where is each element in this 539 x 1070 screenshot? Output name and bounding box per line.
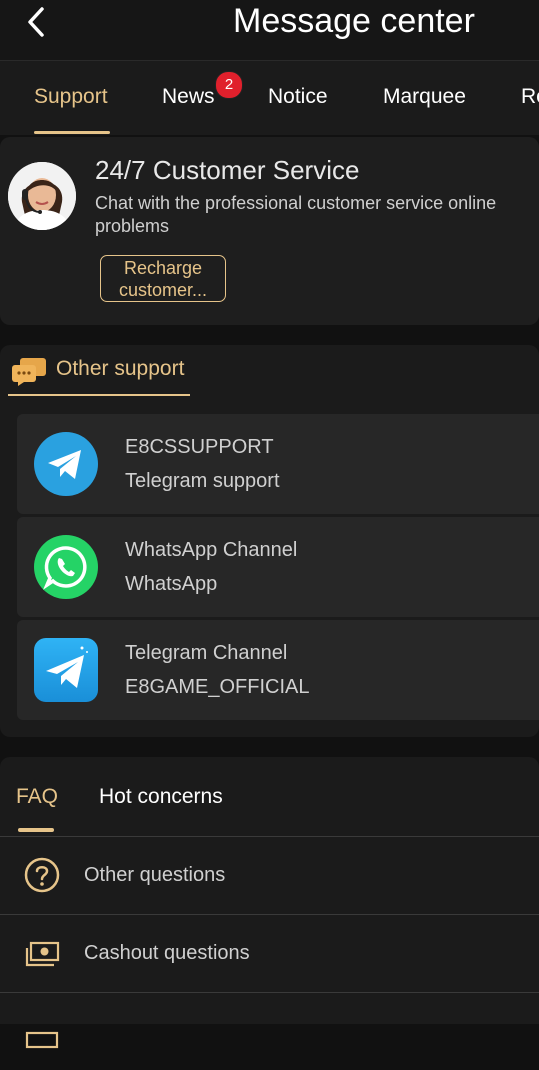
tab-faq[interactable]: FAQ <box>16 785 58 809</box>
other-support-section: Other support E8CSSUPPORT Telegram suppo… <box>0 345 539 737</box>
customer-service-title: 24/7 Customer Service <box>95 155 360 185</box>
news-badge: 2 <box>215 71 243 99</box>
faq-tab-indicator <box>18 828 54 832</box>
support-item-name: Telegram Channel <box>125 642 288 664</box>
support-item-name: WhatsApp Channel <box>125 539 298 561</box>
support-item-subtitle: Telegram support <box>125 470 280 492</box>
tab-more[interactable]: Re <box>521 85 539 109</box>
faq-item-label: Cashout questions <box>84 942 250 964</box>
tab-bar: Support News Notice Marquee Re <box>0 60 539 135</box>
question-icon <box>24 857 60 893</box>
telegram-icon <box>34 432 98 496</box>
back-button[interactable] <box>20 4 56 40</box>
tab-marquee[interactable]: Marquee <box>383 85 466 109</box>
support-item-subtitle: E8GAME_OFFICIAL <box>125 676 310 698</box>
faq-section: FAQ Hot concerns Other questions Cashout… <box>0 757 539 1049</box>
other-support-title: Other support <box>56 357 185 380</box>
customer-service-card: 24/7 Customer Service Chat with the prof… <box>0 137 539 325</box>
header: Message center <box>0 0 539 60</box>
faq-item-cashout-questions[interactable]: Cashout questions <box>0 915 539 992</box>
chat-bubbles-icon <box>10 356 50 386</box>
tab-support[interactable]: Support <box>34 85 108 109</box>
document-icon <box>24 1013 60 1049</box>
agent-avatar <box>8 162 76 230</box>
page-title: Message center <box>233 2 475 40</box>
active-tab-indicator <box>34 131 110 134</box>
faq-item-label: Other questions <box>84 864 226 886</box>
cash-icon <box>24 935 60 971</box>
tab-news[interactable]: News <box>162 85 215 109</box>
other-support-underline <box>8 394 190 396</box>
telegram-channel-icon <box>34 638 98 702</box>
whatsapp-icon <box>34 535 98 599</box>
faq-item-partial[interactable] <box>0 993 539 1070</box>
support-item-e8cssupport[interactable]: E8CSSUPPORT Telegram support <box>17 414 539 514</box>
support-item-subtitle: WhatsApp <box>125 573 218 595</box>
support-item-telegram-channel[interactable]: Telegram Channel E8GAME_OFFICIAL <box>17 620 539 720</box>
support-item-name: E8CSSUPPORT <box>125 436 274 458</box>
support-item-whatsapp-channel[interactable]: WhatsApp Channel WhatsApp <box>17 517 539 617</box>
recharge-customer-service-button[interactable]: Recharge customer... <box>100 255 226 302</box>
tab-notice[interactable]: Notice <box>268 85 328 109</box>
faq-item-other-questions[interactable]: Other questions <box>0 837 539 914</box>
customer-service-description: Chat with the professional customer serv… <box>95 193 497 236</box>
tab-hot-concerns[interactable]: Hot concerns <box>99 785 223 809</box>
chevron-left-icon <box>28 7 44 37</box>
